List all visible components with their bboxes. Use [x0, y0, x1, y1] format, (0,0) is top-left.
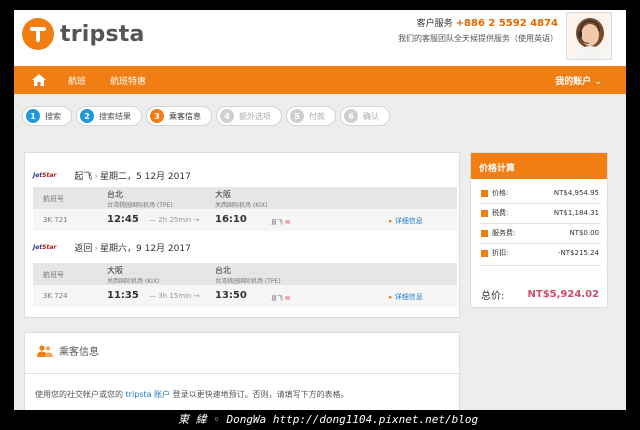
depart-time: 11:35: [107, 290, 139, 301]
total-label: 总价:: [481, 291, 505, 302]
col-flight-number: 航班号: [43, 195, 64, 203]
outbound-details-link[interactable]: ▸ 详细信息: [389, 216, 423, 226]
tripsta-logo[interactable]: tripsta: [22, 18, 145, 50]
service-fee-icon: [481, 229, 488, 237]
customer-service: 客户服务 +886 2 5592 4874 我们的客服团队全天候提供服务（使用英语…: [398, 16, 558, 44]
baggage-icon: ✉: [284, 219, 290, 226]
passenger-header: 乘客信息: [37, 343, 99, 358]
tax-icon: [481, 209, 488, 217]
to-city: 大阪: [215, 190, 231, 199]
cs-phone[interactable]: +886 2 5592 4874: [456, 18, 558, 29]
outbound-table: 航班号 台北台湾桃园国际机场 (TPE) 大阪关西国际机场 (KIX) 3K 7…: [33, 187, 457, 231]
step-passenger-info: 3 乘客信息: [146, 106, 212, 126]
discount-icon: [481, 249, 488, 257]
step-label: 搜索: [45, 111, 61, 121]
step-payment: 5 付款: [286, 106, 336, 126]
step-label: 乘客信息: [169, 111, 201, 121]
step-results[interactable]: 2 搜索结果: [76, 106, 142, 126]
step-number: 4: [220, 109, 234, 123]
tripsta-logo-icon: [22, 18, 54, 50]
passenger-info-card: 乘客信息 使用您的社交帐户或您的 tripsta 账户 登录以更快速地预订。否则…: [24, 332, 461, 410]
brand-name: tripsta: [60, 21, 145, 47]
total-value: NT$5,924.02: [527, 289, 600, 300]
arrive-time: 13:50: [215, 290, 247, 301]
tripsta-account-link[interactable]: tripsta 账户: [126, 390, 170, 399]
cs-label: 客户服务: [416, 19, 453, 29]
my-account-menu[interactable]: 我的账户 ⌄: [555, 74, 602, 87]
chevron-down-icon: ⌄: [591, 77, 602, 87]
home-icon[interactable]: [32, 74, 46, 86]
step-number: 1: [26, 109, 40, 123]
to-city: 台北: [215, 266, 231, 275]
return-flight-row: 3K 724 11:35 — 3h 15min → 13:50 直飞 ✉ ▸ 详…: [33, 285, 457, 307]
passenger-title: 乘客信息: [59, 347, 99, 358]
nav-flight-deals[interactable]: 航班特惠: [110, 74, 146, 87]
to-airport: 台湾桃园国际机场 (TPE): [215, 278, 281, 285]
depart-time: 12:45: [107, 214, 139, 225]
main-nav: 航班 航班特惠 我的账户 ⌄: [14, 66, 626, 94]
from-city: 大阪: [107, 266, 123, 275]
login-hint: 使用您的社交帐户或您的 tripsta 账户 登录以更快速地预订。否则，请填写下…: [35, 390, 349, 399]
outbound-table-header: 航班号 台北台湾桃园国际机场 (TPE) 大阪关西国际机场 (KIX): [33, 187, 457, 209]
return-direction: 返回: [74, 244, 93, 254]
flight-summary-card: JetStar 起飞 › 星期二，5 12月 2017 航班号 台北台湾桃园国际机场…: [24, 152, 460, 318]
flight-duration: — 2h 25min →: [149, 216, 200, 224]
price-row-discount: 折扣: -NT$215.24: [481, 247, 599, 259]
from-airport: 台湾桃园国际机场 (TPE): [107, 202, 173, 209]
price-icon: [481, 189, 488, 197]
arrow-right-icon: ▸: [389, 217, 393, 225]
nav-flights[interactable]: 航班: [68, 74, 86, 87]
step-label: 搜索结果: [99, 111, 131, 121]
flight-duration: — 3h 15min →: [149, 292, 200, 300]
site-header: tripsta 客户服务 +886 2 5592 4874 我们的客服团队全天候提…: [14, 10, 626, 66]
from-city: 台北: [107, 190, 123, 199]
col-flight-number: 航班号: [43, 271, 64, 279]
cs-note: 我们的客服团队全天候提供服务（使用英语）: [398, 34, 558, 43]
flight-type: 直飞 ✉: [271, 295, 290, 302]
watermark: 東 緯 ◦ DongWa http://dong1104.pixnet.net/…: [178, 413, 479, 426]
step-number: 3: [150, 109, 164, 123]
arrive-time: 16:10: [215, 214, 247, 225]
support-agent-avatar: [566, 12, 612, 60]
step-number: 2: [80, 109, 94, 123]
jetstar-logo: JetStar: [33, 172, 57, 179]
price-title: 价格计算: [471, 153, 607, 179]
to-airport: 关西国际机场 (KIX): [215, 202, 268, 209]
price-row-fare: 价格: NT$4,954.95: [481, 187, 599, 199]
outbound-date: 星期二，5 12月 2017: [100, 172, 191, 182]
browser-viewport: tripsta 客户服务 +886 2 5592 4874 我们的客服团队全天候提…: [14, 10, 626, 410]
return-table: 航班号 大阪关西国际机场 (KIX) 台北台湾桃园国际机场 (TPE) 3K 7…: [33, 263, 457, 307]
return-details-link[interactable]: ▸ 详细信息: [389, 292, 423, 302]
price-breakdown-card: 价格计算 价格: NT$4,954.95 税费: NT$1,184.31 服务费: N…: [470, 152, 608, 308]
price-total: 总价: NT$5,924.02: [481, 287, 599, 302]
step-label: 确认: [363, 111, 379, 121]
my-account-label: 我的账户: [555, 77, 592, 87]
outbound-flight-row: 3K 721 12:45 — 2h 25min → 16:10 直飞 ✉ ▸ 详…: [33, 209, 457, 231]
return-date: 星期六，9 12月 2017: [100, 244, 191, 254]
return-header: JetStar 返回 › 星期六，9 12月 2017: [33, 244, 191, 254]
flight-code: 3K 721: [43, 216, 68, 224]
baggage-icon: ✉: [284, 295, 290, 302]
step-number: 5: [290, 109, 304, 123]
outbound-direction: 起飞: [74, 172, 93, 182]
booking-steps: 1 搜索 2 搜索结果 3 乘客信息 4 额外选项 5 付款 6 确认: [22, 106, 394, 126]
step-confirm: 6 确认: [340, 106, 390, 126]
price-row-tax: 税费: NT$1,184.31: [481, 207, 599, 219]
price-row-service-fee: 服务费: NT$0.00: [481, 227, 599, 239]
step-number: 6: [344, 109, 358, 123]
flight-code: 3K 724: [43, 292, 68, 300]
from-airport: 关西国际机场 (KIX): [107, 278, 160, 285]
step-search[interactable]: 1 搜索: [22, 106, 72, 126]
jetstar-logo: JetStar: [33, 244, 57, 251]
return-table-header: 航班号 大阪关西国际机场 (KIX) 台北台湾桃园国际机场 (TPE): [33, 263, 457, 285]
step-label: 额外选项: [239, 111, 271, 121]
step-extras: 4 额外选项: [216, 106, 282, 126]
users-icon: [37, 344, 53, 357]
step-label: 付款: [309, 111, 325, 121]
flight-type: 直飞 ✉: [271, 219, 290, 226]
arrow-right-icon: ▸: [389, 293, 393, 301]
outbound-header: JetStar 起飞 › 星期二，5 12月 2017: [33, 172, 191, 182]
